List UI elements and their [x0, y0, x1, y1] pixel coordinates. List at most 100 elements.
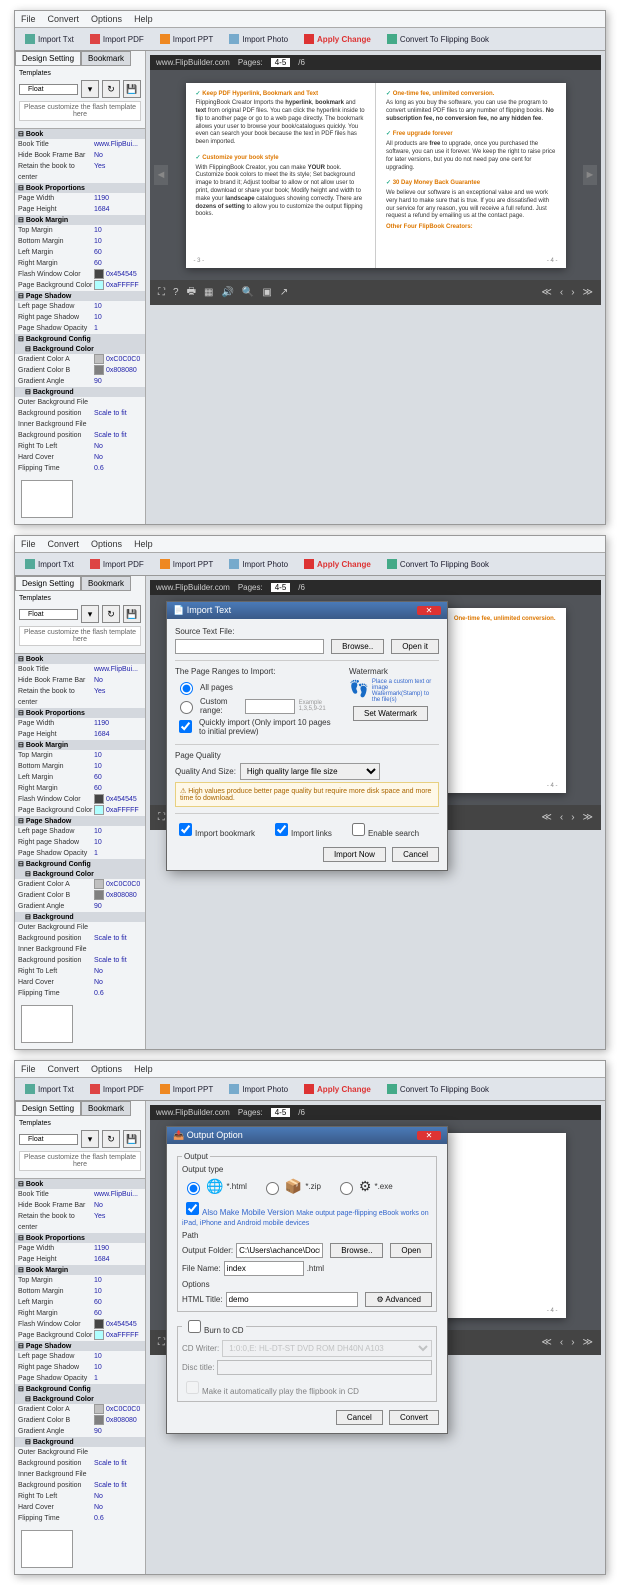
print-icon[interactable]: 🖶 [187, 284, 196, 301]
zip-radio[interactable] [266, 1182, 279, 1195]
toolbar: Import Txt Import PDF Import PPT Import … [15, 28, 605, 51]
left-panel: Design SettingBookmark Templates Float▾↻… [15, 51, 146, 524]
import-text-dialog: 📄 Import Text ✕ Source Text File: Browse.… [166, 601, 448, 871]
source-file-input[interactable] [175, 639, 324, 654]
sound-icon[interactable]: 🔊 [221, 287, 233, 298]
convert-icon [387, 34, 397, 44]
all-pages-radio[interactable] [180, 682, 193, 695]
prop-margin-header[interactable]: ⊟ Book Margin [15, 215, 145, 225]
burn-cd-checkbox[interactable] [188, 1320, 201, 1333]
menu-file[interactable]: File [21, 14, 36, 24]
template-refresh-button[interactable]: ↻ [102, 80, 120, 98]
properties-panel: ⊟ Book Book Titlewww.FlipBui... Hide Boo… [15, 128, 145, 474]
import-photo-button[interactable]: Import Photo [225, 557, 292, 571]
autoplay-icon[interactable]: ▣ [262, 287, 271, 298]
menu-options[interactable]: Options [91, 14, 122, 24]
apply-icon [304, 34, 314, 44]
html-icon: 🌐 [206, 1178, 223, 1195]
prop-shadow-header[interactable]: ⊟ Page Shadow [15, 291, 145, 301]
template-save-button[interactable]: 💾 [123, 80, 141, 98]
pdf-icon [90, 34, 100, 44]
prop-proportions-header[interactable]: ⊟ Book Proportions [15, 183, 145, 193]
menu-convert[interactable]: Convert [48, 14, 80, 24]
cd-writer-select[interactable]: 1:0:0,E: HL-DT-ST DVD ROM DH40N A103 [222, 1340, 432, 1357]
custom-range-input[interactable] [245, 699, 295, 714]
tab-design[interactable]: Design Setting [15, 51, 81, 66]
site-label: www.FlipBuilder.com [156, 58, 230, 67]
viewer: www.FlipBuilder.comPages:4-5/6 ◄ ✓ Keep … [146, 51, 605, 524]
zoom-icon[interactable]: 🔍 [242, 287, 254, 298]
close-icon[interactable]: ✕ [417, 1131, 441, 1140]
prop-bgcfg-header[interactable]: ⊟ Background Config [15, 334, 145, 344]
import-ppt-button[interactable]: Import PPT [156, 557, 217, 571]
import-pdf-button[interactable]: Import PDF [86, 557, 148, 571]
last-icon[interactable]: ≫ [583, 287, 593, 298]
menu-help[interactable]: Help [134, 14, 153, 24]
cancel-button[interactable]: Cancel [336, 1410, 383, 1425]
output-folder-input[interactable] [236, 1243, 323, 1258]
left-page: ✓ Keep PDF Hyperlink, Bookmark and Text … [186, 83, 377, 268]
next-arrow[interactable]: ► [583, 165, 597, 185]
template-select[interactable]: Float [19, 84, 78, 95]
autoplay-checkbox[interactable] [186, 1381, 199, 1394]
help-icon[interactable]: ? [173, 287, 179, 298]
prop-book-header[interactable]: ⊟ Book [15, 129, 145, 139]
prev-arrow[interactable]: ◄ [154, 165, 168, 185]
dialog-title: 📄 Import Text [173, 605, 231, 616]
import-bookmark-checkbox[interactable] [179, 823, 192, 836]
photo-icon [229, 34, 239, 44]
right-page: ✓ One-time fee, unlimited conversion. As… [376, 83, 566, 268]
mobile-checkbox[interactable] [186, 1202, 199, 1215]
warning-text: ⚠ High values produce better page qualit… [175, 782, 439, 807]
import-photo-button[interactable]: Import Photo [225, 32, 292, 46]
share-icon[interactable]: ↗ [280, 287, 288, 298]
book: ✓ Keep PDF Hyperlink, Bookmark and Text … [186, 83, 566, 268]
open-button[interactable]: Open it [391, 639, 439, 654]
custom-range-radio[interactable] [180, 701, 193, 714]
menubar: File Convert Options Help [15, 11, 605, 28]
thumbnails-icon[interactable]: ▦ [204, 287, 213, 298]
disc-title-input[interactable] [217, 1360, 432, 1375]
source-file-label: Source Text File: [175, 627, 439, 636]
tab-bookmark[interactable]: Bookmark [81, 51, 131, 66]
exe-icon: ⚙ [359, 1178, 372, 1195]
apply-change-button[interactable]: Apply Change [300, 557, 375, 571]
quality-select[interactable]: High quality large file size [240, 763, 380, 780]
set-watermark-button[interactable]: Set Watermark [353, 706, 428, 721]
browse-button[interactable]: Browse.. [330, 1243, 383, 1258]
import-txt-button[interactable]: Import Txt [21, 557, 78, 571]
import-txt-button[interactable]: Import Txt [21, 32, 78, 46]
convert-button[interactable]: Convert [389, 1410, 439, 1425]
close-icon[interactable]: ✕ [417, 606, 441, 615]
player-bar: ⛶ ? 🖶 ▦ 🔊 🔍 ▣ ↗ ≪ ‹ › ≫ [150, 280, 601, 305]
page-input[interactable]: 4-5 [271, 58, 291, 67]
convert-book-button[interactable]: Convert To Flipping Book [383, 557, 493, 571]
import-now-button[interactable]: Import Now [323, 847, 386, 862]
thumbnail[interactable] [21, 480, 73, 518]
fullscreen-icon[interactable]: ⛶ [158, 287, 165, 298]
convert-book-button[interactable]: Convert To Flipping Book [383, 32, 493, 46]
template-dropdown-button[interactable]: ▾ [81, 80, 99, 98]
import-links-checkbox[interactable] [275, 823, 288, 836]
html-radio[interactable] [187, 1182, 200, 1195]
prev-icon[interactable]: ‹ [560, 287, 563, 298]
apply-change-button[interactable]: Apply Change [300, 32, 375, 46]
foot-icon: 👣 [349, 679, 369, 703]
enable-search-checkbox[interactable] [352, 823, 365, 836]
quick-import-checkbox[interactable] [179, 720, 192, 733]
html-title-input[interactable] [226, 1292, 359, 1307]
advanced-button[interactable]: ⚙ Advanced [365, 1292, 432, 1307]
browse-button[interactable]: Browse.. [331, 639, 384, 654]
next-icon[interactable]: › [571, 287, 574, 298]
import-pdf-button[interactable]: Import PDF [86, 32, 148, 46]
first-icon[interactable]: ≪ [541, 287, 551, 298]
templates-label: Templates [19, 70, 141, 77]
exe-radio[interactable] [340, 1182, 353, 1195]
import-ppt-button[interactable]: Import PPT [156, 32, 217, 46]
filename-input[interactable] [224, 1261, 304, 1276]
cancel-button[interactable]: Cancel [392, 847, 439, 862]
open-button[interactable]: Open [390, 1243, 432, 1258]
page-total: /6 [298, 58, 305, 67]
zip-icon: 📦 [285, 1178, 302, 1195]
txt-icon [25, 34, 35, 44]
